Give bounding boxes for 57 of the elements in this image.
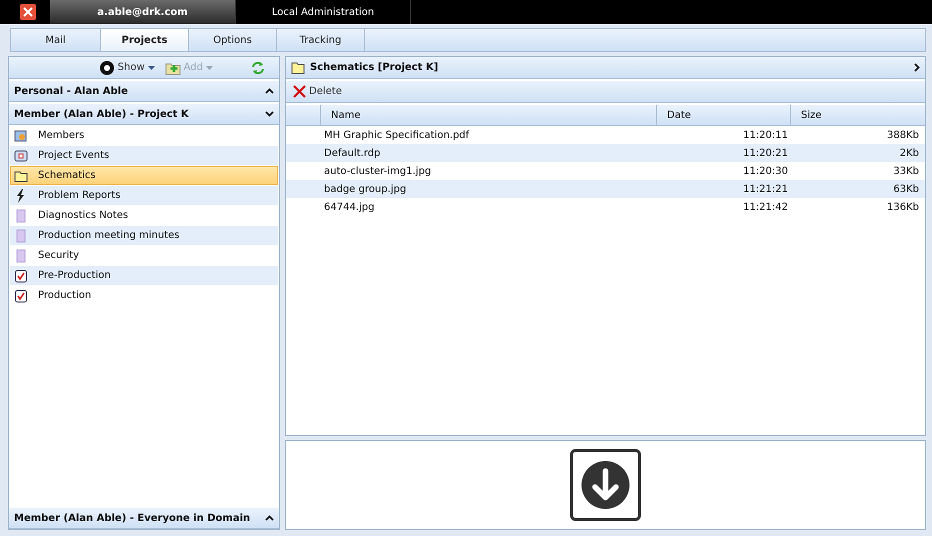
section-title: Member (Alan Able) - Project K: [14, 108, 189, 120]
account-tab[interactable]: a.able@drk.com: [50, 0, 236, 24]
section-header[interactable]: Member (Alan Able) - Project K: [9, 102, 279, 125]
table-cell-text: auto-cluster-img1.jpg: [324, 166, 432, 176]
table-cell-text: 11:20:11: [742, 130, 789, 140]
tab[interactable]: Options: [189, 29, 277, 51]
section-title: Member (Alan Able) - Everyone in Domain: [14, 512, 250, 524]
table-cell-text: 388Kb: [886, 130, 920, 140]
folder-list-item[interactable]: Project Events: [10, 146, 278, 165]
checklist-icon: [14, 288, 28, 302]
table-cell-text: badge group.jpg: [324, 184, 408, 194]
table-cell-text: 64744.jpg: [324, 202, 376, 212]
calendar-icon: [14, 148, 28, 162]
folder-title: Schematics [Project K]: [310, 62, 438, 73]
table-cell-text: 33Kb: [892, 166, 920, 176]
table-cell-text: 11:20:30: [742, 166, 789, 176]
people-icon: [14, 128, 28, 142]
tab[interactable]: Projects: [101, 29, 189, 51]
ring-icon: [98, 60, 115, 76]
section-title: Personal - Alan Able: [14, 86, 128, 96]
caret-icon: [206, 66, 213, 70]
chevron-icon[interactable]: [265, 88, 274, 94]
table-cell-text: 11:21:21: [742, 184, 789, 194]
chevron-icon[interactable]: [265, 515, 274, 521]
checklist-icon: [14, 268, 28, 282]
delete-button[interactable]: Delete: [291, 85, 344, 98]
caret-icon: [148, 66, 155, 70]
chevron-icon[interactable]: [265, 111, 274, 117]
note-icon: [14, 248, 28, 262]
table-cell-text: 63Kb: [892, 184, 920, 194]
table-cell-text: 136Kb: [886, 202, 920, 212]
column-header[interactable]: Size: [790, 105, 925, 125]
table-cell-text: Default.rdp: [324, 148, 382, 158]
section-header[interactable]: Member (Alan Able) - Everyone in Domain: [9, 506, 279, 529]
chevron-icon[interactable]: [914, 63, 920, 72]
download-icon: [570, 449, 641, 521]
section-header[interactable]: Personal - Alan Able: [9, 79, 279, 102]
folder-list-item[interactable]: Production meeting minutes: [10, 226, 278, 245]
delete-icon: [293, 85, 306, 98]
note-icon: [14, 208, 28, 222]
tab[interactable]: Tracking: [277, 29, 365, 51]
folder-icon: [14, 168, 28, 182]
folder-list-item[interactable]: Pre-Production: [10, 266, 278, 285]
table-cell-text: MH Graphic Specification.pdf: [324, 130, 470, 140]
folder-list-item[interactable]: Schematics: [10, 166, 278, 185]
folder-icon: [291, 61, 305, 74]
column-header[interactable]: Name: [320, 105, 656, 125]
add-folder-icon: [164, 60, 181, 74]
folder-list-item[interactable]: Problem Reports: [10, 186, 278, 205]
note-icon: [14, 228, 28, 242]
refresh-button[interactable]: [249, 60, 267, 74]
show-button[interactable]: Show: [96, 60, 157, 76]
close-button[interactable]: [20, 4, 36, 20]
column-header[interactable]: Date: [656, 105, 790, 125]
table-cell-text: 11:20:21: [742, 148, 789, 158]
table-cell-text: 11:21:42: [742, 202, 789, 212]
table-cell-text: 2Kb: [898, 148, 920, 158]
